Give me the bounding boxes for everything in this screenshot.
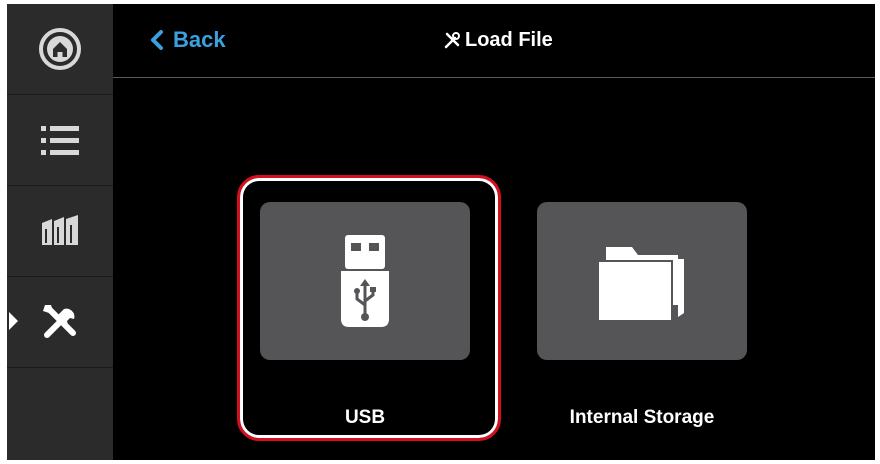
sidebar-item-utilities[interactable] xyxy=(7,277,113,368)
filament-spools-icon xyxy=(42,215,78,245)
internal-storage-button[interactable] xyxy=(537,202,747,360)
home-icon xyxy=(39,28,81,70)
app-screen: Back Load File USB Internal Storage xyxy=(7,4,875,460)
page-title: Load File xyxy=(443,24,553,56)
back-label: Back xyxy=(173,27,226,52)
tools-small-icon xyxy=(444,32,460,49)
sidebar xyxy=(7,4,113,460)
sidebar-item-list[interactable] xyxy=(7,95,113,186)
page-title-text: Load File xyxy=(465,28,553,51)
tools-icon xyxy=(43,305,76,338)
internal-storage-label: Internal Storage xyxy=(569,407,715,428)
back-button[interactable]: Back xyxy=(149,24,226,56)
header-bar: Back Load File xyxy=(113,4,875,78)
sidebar-item-filament[interactable] xyxy=(7,186,113,277)
folder-icon xyxy=(597,247,684,322)
sidebar-item-home[interactable] xyxy=(7,4,113,95)
list-icon xyxy=(41,126,79,155)
usb-drive-icon xyxy=(341,235,389,327)
chevron-left-icon xyxy=(151,30,163,50)
usb-source-button[interactable] xyxy=(260,202,470,360)
usb-label: USB xyxy=(344,407,386,428)
active-pointer-icon xyxy=(9,312,18,330)
